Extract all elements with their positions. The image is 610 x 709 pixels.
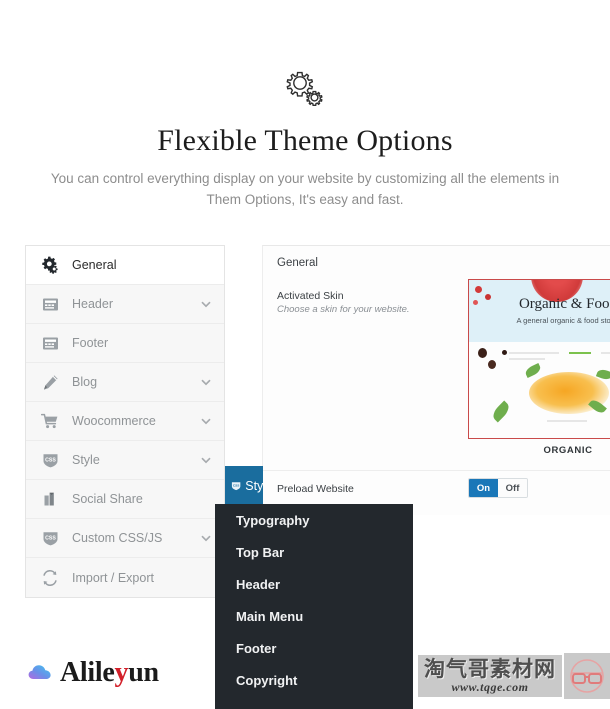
dropdown-item-main-menu[interactable]: Main Menu — [215, 600, 413, 632]
watermark-logo — [564, 653, 610, 699]
sidebar-item-label: Footer — [72, 336, 109, 350]
toggle-option-on[interactable]: On — [469, 479, 498, 497]
chevron-down-icon[interactable] — [200, 298, 212, 310]
chevron-down-icon[interactable] — [200, 454, 212, 466]
glasses-face-icon — [570, 659, 604, 693]
sidebar-item-label: Blog — [72, 375, 98, 389]
section-divider — [263, 470, 610, 471]
svg-text:CSS: CSS — [45, 457, 56, 463]
layout-icon — [40, 333, 60, 353]
alileyun-logo[interactable]: Alileyun — [28, 658, 159, 688]
content-panel-title: General — [277, 257, 318, 269]
options-content-panel: General Activated Skin Choose a skin for… — [262, 245, 610, 515]
sidebar-item-label: Woocommerce — [72, 414, 156, 428]
skin-preview-card[interactable]: HOT Organic & Food A general organic & f… — [468, 279, 610, 461]
sidebar-item-blog[interactable]: Blog — [26, 363, 224, 402]
watermark-text-block: 淘气哥素材网 www.tqge.com — [418, 655, 562, 697]
chevron-down-icon[interactable] — [200, 415, 212, 427]
css-shield-icon: CSS — [40, 528, 60, 548]
berry-decoration — [502, 350, 507, 355]
sidebar-item-social-share[interactable]: Social Share — [26, 480, 224, 519]
berry-decoration — [478, 348, 487, 358]
shelf-line — [601, 352, 610, 354]
sidebar-item-label: Header — [72, 297, 113, 311]
css-shield-icon: CSS — [231, 481, 241, 490]
cloud-icon — [28, 665, 51, 679]
dropdown-item-top-bar[interactable]: Top Bar — [215, 536, 413, 568]
svg-text:CSS: CSS — [45, 535, 56, 541]
logo-wordmark: Alileyun — [60, 658, 159, 688]
svg-text:CSS: CSS — [233, 483, 239, 487]
shelf-line — [509, 352, 559, 354]
sidebar-item-woocommerce[interactable]: Woocommerce — [26, 402, 224, 441]
dropdown-item-footer[interactable]: Footer — [215, 632, 413, 664]
pencil-icon — [40, 372, 60, 392]
sidebar-item-style[interactable]: CSS Style — [26, 441, 224, 480]
skin-name: ORGANIC — [543, 445, 593, 456]
style-highlight-icon-wrap: CSS Style — [225, 466, 263, 505]
shelf-line — [509, 358, 545, 360]
sidebar-item-custom-css-js[interactable]: CSS Custom CSS/JS — [26, 519, 224, 558]
chevron-down-icon[interactable] — [200, 532, 212, 544]
gears-icon — [40, 255, 60, 275]
gears-icon — [286, 71, 323, 106]
chevron-down-icon[interactable] — [200, 376, 212, 388]
page-root: Flexible Theme Options You can control e… — [0, 0, 610, 709]
watermark-url: www.tqge.com — [451, 680, 529, 694]
layout-icon — [40, 294, 60, 314]
theme-options-screenshot: General Activated Skin Choose a skin for… — [0, 240, 610, 709]
logo-part1: Alile — [60, 657, 115, 688]
berry-decoration — [488, 360, 496, 369]
sidebar-item-general[interactable]: General — [26, 246, 224, 285]
sync-arrows-icon — [40, 568, 60, 588]
activated-skin-description: Choose a skin for your website. — [277, 304, 410, 315]
skin-preview-image: HOT Organic & Food A general organic & f… — [468, 279, 610, 439]
sidebar-item-label: Style — [245, 478, 263, 493]
skin-heading: Organic & Food — [518, 296, 610, 312]
cart-icon — [40, 411, 60, 431]
dropdown-item-header[interactable]: Header — [215, 568, 413, 600]
sidebar-item-label: Style — [72, 453, 100, 467]
style-submenu-dropdown: Typography Top Bar Header Main Menu Foot… — [215, 504, 413, 709]
preload-website-label: Preload Website — [277, 483, 354, 495]
options-sidebar: General Header Footer Blog Woocommerce C… — [25, 245, 225, 598]
css-shield-icon: CSS — [40, 450, 60, 470]
sidebar-item-label: Custom CSS/JS — [72, 531, 163, 545]
toggle-option-off[interactable]: Off — [498, 479, 527, 497]
dropdown-item-typography[interactable]: Typography — [215, 504, 413, 536]
sidebar-item-footer[interactable]: Footer — [26, 324, 224, 363]
share-bars-icon — [40, 489, 60, 509]
sidebar-item-label: Social Share — [72, 492, 143, 506]
page-title: Flexible Theme Options — [157, 124, 453, 157]
sidebar-item-label: General — [72, 258, 117, 272]
activated-skin-label: Activated Skin — [277, 290, 344, 302]
dropdown-item-copyright[interactable]: Copyright — [215, 664, 413, 696]
berry-decoration — [475, 286, 482, 293]
sidebar-item-label: Import / Export — [72, 570, 154, 585]
sidebar-item-import-export[interactable]: Import / Export — [26, 558, 224, 597]
skin-subheading: A general organic & food store. — [516, 316, 610, 325]
preload-website-toggle[interactable]: On Off — [468, 478, 528, 498]
page-subtitle: You can control everything display on yo… — [50, 171, 560, 207]
sidebar-item-header[interactable]: Header — [26, 285, 224, 324]
logo-part2: un — [128, 657, 159, 688]
watermark-chinese-text: 淘气哥素材网 — [424, 657, 556, 681]
shelf-line — [569, 352, 591, 354]
logo-accent: y — [114, 657, 129, 688]
shelf-line — [547, 420, 587, 422]
watermark: 淘气哥素材网 www.tqge.com — [418, 653, 610, 699]
hero-gears-icon — [0, 62, 610, 114]
